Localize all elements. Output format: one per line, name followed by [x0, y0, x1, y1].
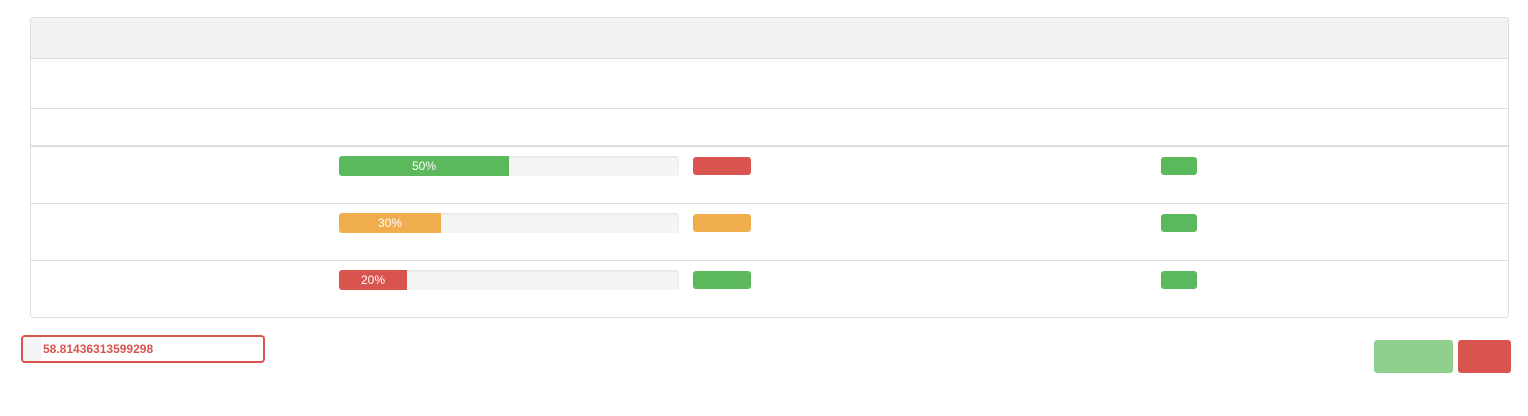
panel-description — [31, 59, 1508, 109]
row-name — [31, 146, 331, 204]
confirm-button[interactable] — [1374, 340, 1453, 373]
progress-bar: 30% — [339, 212, 441, 233]
column-header-flag — [1153, 109, 1508, 147]
progress-bar: 20% — [339, 269, 407, 290]
score-value: 58.81436313599298 — [43, 342, 154, 356]
score-field: 58.81436313599298 — [21, 335, 265, 363]
status-badge — [693, 270, 751, 289]
progress-track: 50% — [339, 156, 679, 176]
score-label — [23, 337, 41, 361]
status-badge — [693, 157, 751, 175]
progress-bar: 50% — [339, 156, 509, 176]
row-name — [31, 260, 331, 317]
column-header-progress — [331, 109, 685, 147]
table-header-row — [31, 109, 1508, 147]
progress-track: 30% — [339, 212, 679, 233]
flag-badge — [1161, 270, 1197, 289]
table-row: 30% — [31, 203, 1508, 261]
row-name — [31, 203, 331, 261]
flag-badge — [1161, 157, 1197, 175]
column-header-name — [31, 109, 331, 147]
status-badge — [693, 213, 751, 232]
table-row: 50% — [31, 146, 1508, 204]
cancel-button[interactable] — [1458, 340, 1511, 373]
flag-badge — [1161, 213, 1197, 232]
task-panel: 50% 30% 20% — [30, 17, 1509, 318]
progress-table: 50% 30% 20% — [31, 109, 1508, 317]
column-header-status — [685, 109, 1153, 147]
table-row: 20% — [31, 260, 1508, 317]
panel-heading — [31, 18, 1508, 59]
progress-track: 20% — [339, 269, 679, 290]
